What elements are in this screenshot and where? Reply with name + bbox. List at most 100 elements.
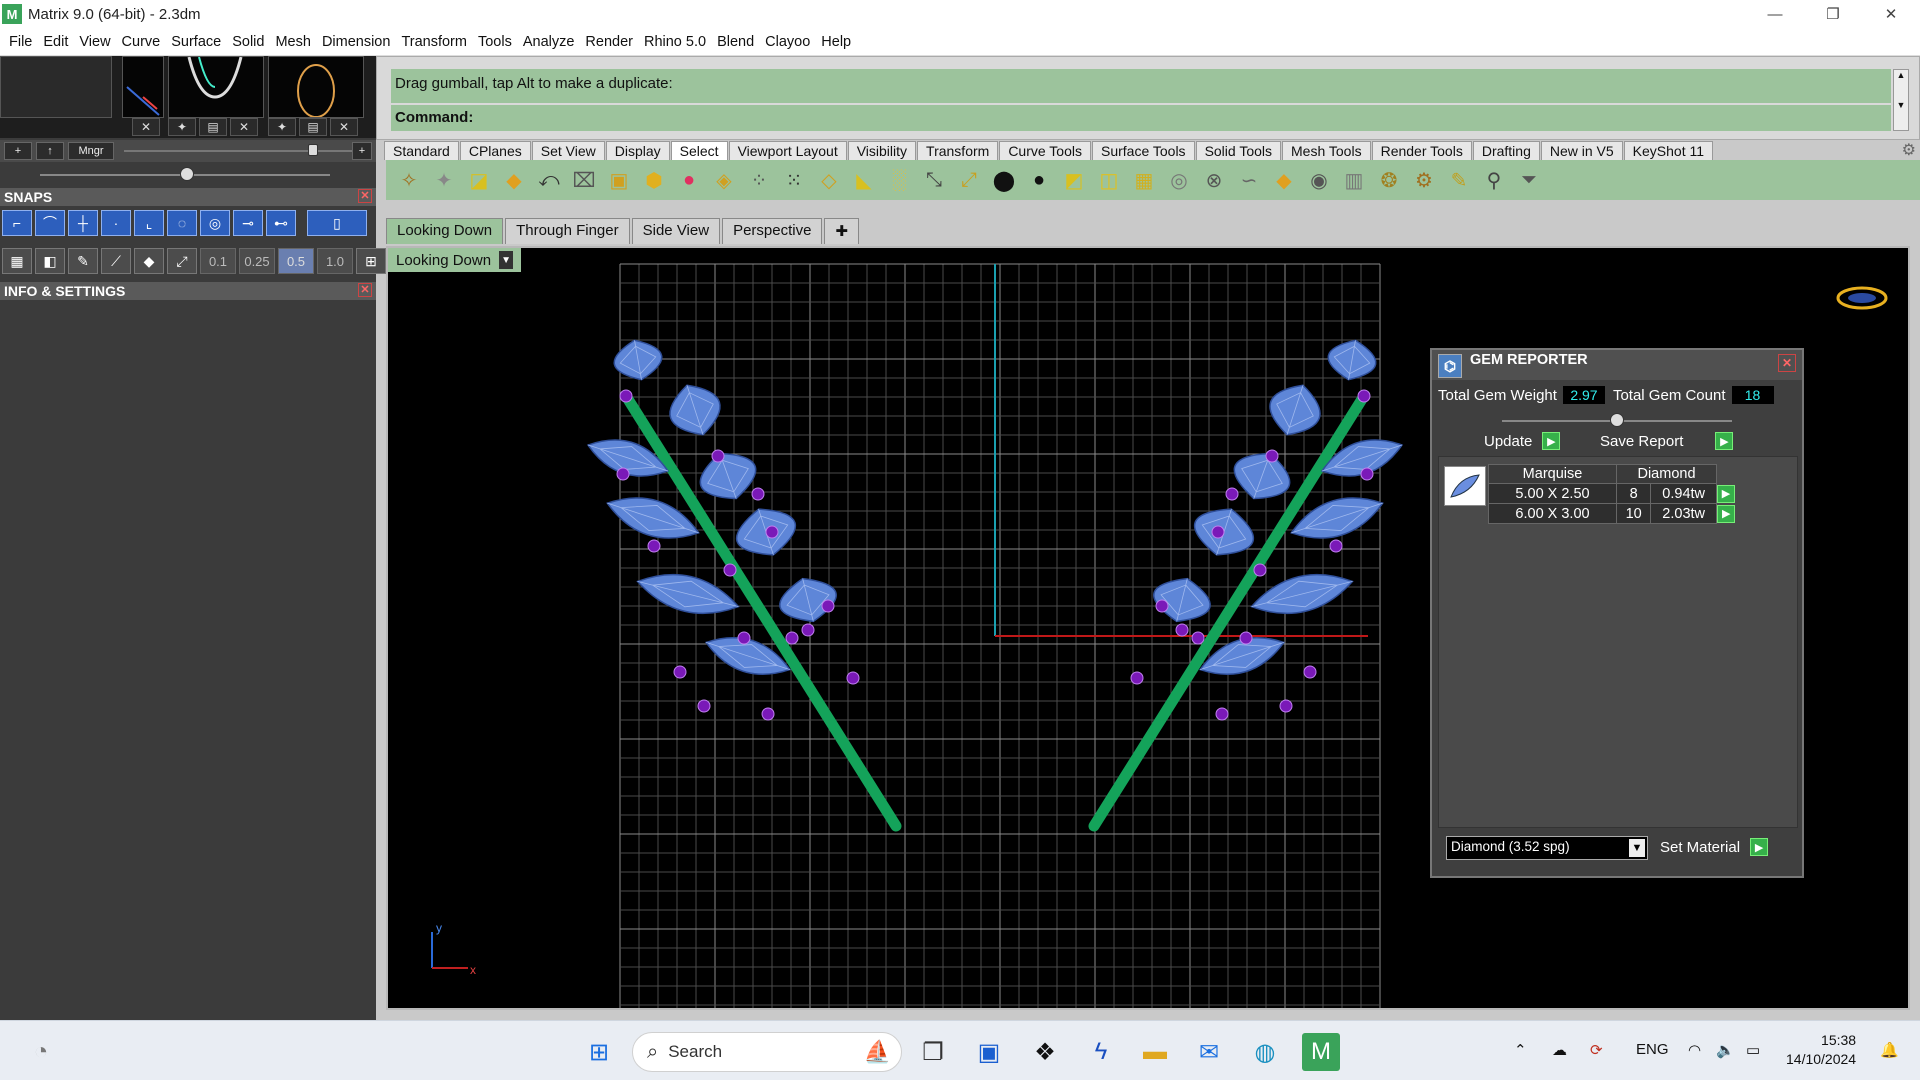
snap-value-01[interactable]: 0.1: [200, 248, 236, 274]
tab-set-view[interactable]: Set View: [531, 141, 605, 160]
menu-solid[interactable]: Solid: [227, 34, 270, 50]
grid-snap-icon[interactable]: ⊞: [356, 248, 386, 274]
sync-icon[interactable]: ⟳: [1590, 1041, 1603, 1059]
snap-perp-icon[interactable]: ⊸: [233, 210, 263, 236]
snap-mid-icon[interactable]: ·: [101, 210, 131, 236]
layer-up-button[interactable]: ↑: [36, 142, 64, 160]
tab-perspective[interactable]: Perspective: [722, 218, 823, 244]
tab-viewport-layout[interactable]: Viewport Layout: [728, 141, 847, 160]
pen-icon[interactable]: ✎: [68, 248, 98, 274]
tab-side-view[interactable]: Side View: [631, 218, 721, 244]
menu-render[interactable]: Render: [580, 34, 639, 50]
toolbar-tool-icon[interactable]: ⤢: [954, 165, 984, 195]
menu-analyze[interactable]: Analyze: [518, 34, 581, 50]
menu-help[interactable]: Help: [816, 34, 857, 50]
layer-thumb-2[interactable]: [122, 56, 164, 118]
menu-dimension[interactable]: Dimension: [317, 34, 397, 50]
select-gems-button[interactable]: ▶: [1717, 504, 1736, 523]
layer-thumb-4[interactable]: [268, 56, 364, 118]
minimize-button[interactable]: —: [1746, 0, 1804, 28]
start-icon[interactable]: ⊞: [580, 1033, 618, 1071]
report-slider-knob[interactable]: [1610, 413, 1624, 427]
menu-tools[interactable]: Tools: [473, 34, 518, 50]
command-prompt[interactable]: Command:: [391, 105, 1891, 131]
tab-transform[interactable]: Transform: [917, 141, 999, 160]
toolbar-tool-icon[interactable]: ◣: [849, 165, 879, 195]
matrix-taskbar-icon[interactable]: M: [1302, 1033, 1340, 1071]
update-button[interactable]: ▶: [1542, 432, 1561, 450]
tab-keyshot[interactable]: KeyShot 11: [1623, 141, 1714, 160]
gear-icon[interactable]: ⚙: [1902, 140, 1916, 160]
toolbar-tool-icon[interactable]: ⬤: [989, 165, 1019, 195]
snap-value-025[interactable]: 0.25: [239, 248, 275, 274]
close-icon[interactable]: ✕: [358, 283, 372, 297]
store-icon[interactable]: ▣: [970, 1033, 1008, 1071]
toolbar-tool-icon[interactable]: ⚙: [1409, 165, 1439, 195]
snap-point-icon[interactable]: ┼: [68, 210, 98, 236]
tab-drafting[interactable]: Drafting: [1472, 141, 1540, 160]
layer-add-small-button[interactable]: +: [352, 142, 372, 160]
table-row[interactable]: 5.00 X 2.50 8 0.94tw ▶: [1488, 483, 1736, 504]
search-input[interactable]: ⌕ Search ⛵: [632, 1032, 902, 1072]
wifi-icon[interactable]: ◠: [1688, 1041, 1701, 1059]
layer-slider-knob[interactable]: [308, 144, 318, 156]
toolbar-tool-icon[interactable]: ✧: [394, 165, 424, 195]
menu-mesh[interactable]: Mesh: [270, 34, 316, 50]
snap-tan-icon[interactable]: ◎: [200, 210, 230, 236]
tab-standard[interactable]: Standard: [384, 141, 459, 160]
toolbar-tool-icon[interactable]: ⌧: [569, 165, 599, 195]
ortho-icon[interactable]: ⟋: [101, 248, 131, 274]
clock[interactable]: 15:38 14/10/2024: [1786, 1031, 1856, 1069]
toolbar-tool-icon[interactable]: ◎: [1164, 165, 1194, 195]
toolbar-tool-icon[interactable]: ◉: [1304, 165, 1334, 195]
tab-render-tools[interactable]: Render Tools: [1371, 141, 1472, 160]
layer-manager-button[interactable]: Mngr: [68, 142, 114, 160]
task-view-icon[interactable]: ❐: [914, 1033, 952, 1071]
toolbar-tool-icon[interactable]: ◈: [709, 165, 739, 195]
add-layer-icon[interactable]: ✦: [268, 118, 296, 136]
toolbar-tool-icon[interactable]: ✦: [429, 165, 459, 195]
delete-layer-icon[interactable]: ✕: [230, 118, 258, 136]
battery-icon[interactable]: ▭: [1746, 1041, 1760, 1059]
menu-transform[interactable]: Transform: [396, 34, 473, 50]
material-select[interactable]: Diamond (3.52 spg) ▼: [1446, 836, 1648, 860]
set-material-button[interactable]: ▶: [1750, 838, 1769, 856]
menu-clayoo[interactable]: Clayoo: [760, 34, 816, 50]
select-gems-button[interactable]: ▶: [1717, 484, 1735, 503]
notification-bell-icon[interactable]: 🔔: [1880, 1041, 1899, 1059]
menu-surface[interactable]: Surface: [166, 34, 227, 50]
snap-near-icon[interactable]: ⌒: [35, 210, 65, 236]
toolbar-tool-icon[interactable]: ◫: [1094, 165, 1124, 195]
file-explorer-icon[interactable]: ▬: [1136, 1033, 1174, 1071]
toolbar-tool-icon[interactable]: ✎: [1444, 165, 1474, 195]
save-layer-icon[interactable]: ▤: [199, 118, 227, 136]
snap-toggle-icon[interactable]: ▯: [307, 210, 367, 236]
cube-icon[interactable]: ◧: [35, 248, 65, 274]
tab-new-in-v5[interactable]: New in V5: [1540, 141, 1623, 160]
snap-value-05[interactable]: 0.5: [278, 248, 314, 274]
grid-icon[interactable]: ▦: [2, 248, 32, 274]
shape-app-icon[interactable]: ϟ: [1082, 1033, 1120, 1071]
tab-curve-tools[interactable]: Curve Tools: [999, 141, 1091, 160]
tab-through-finger[interactable]: Through Finger: [505, 218, 630, 244]
edge-icon[interactable]: ◍: [1246, 1033, 1284, 1071]
chevron-up-icon[interactable]: ⌃: [1514, 1041, 1527, 1059]
toolbar-tool-icon[interactable]: ◩: [1059, 165, 1089, 195]
snap-end-icon[interactable]: ⌐: [2, 210, 32, 236]
toolbar-tool-icon[interactable]: ◆: [499, 165, 529, 195]
menu-curve[interactable]: Curve: [117, 34, 167, 50]
menu-blend[interactable]: Blend: [712, 34, 760, 50]
tab-cplanes[interactable]: CPlanes: [459, 141, 531, 160]
cloud-icon[interactable]: ☁: [1552, 1041, 1567, 1059]
layer-slider-track[interactable]: [124, 150, 354, 152]
tab-looking-down[interactable]: Looking Down: [386, 218, 504, 244]
tab-solid-tools[interactable]: Solid Tools: [1195, 141, 1282, 160]
toolbar-tool-icon[interactable]: ⁙: [779, 165, 809, 195]
tab-mesh-tools[interactable]: Mesh Tools: [1282, 141, 1371, 160]
close-window-button[interactable]: ✕: [1862, 0, 1920, 28]
mail-icon[interactable]: ✉: [1190, 1033, 1228, 1071]
toolbar-tool-icon[interactable]: ●: [674, 165, 704, 195]
snap-knot-icon[interactable]: ⊷: [266, 210, 296, 236]
snap-center-icon[interactable]: ⌞: [134, 210, 164, 236]
toolbar-tool-icon[interactable]: ⬢: [639, 165, 669, 195]
